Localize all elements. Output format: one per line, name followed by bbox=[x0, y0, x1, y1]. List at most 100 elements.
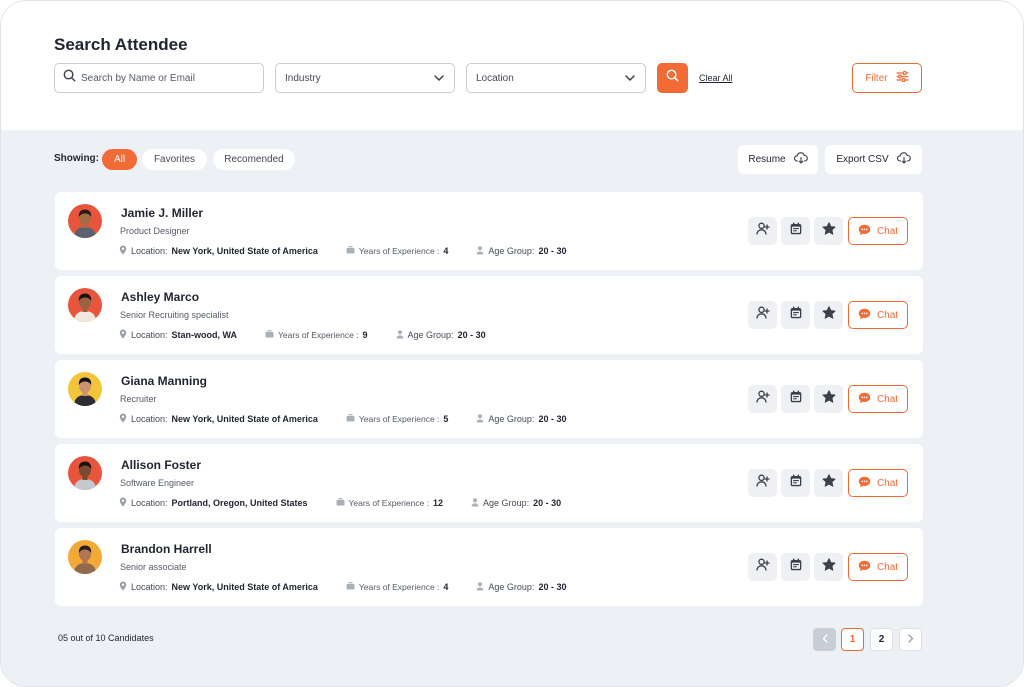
age-group-info: Age Group: 20 - 30 bbox=[476, 581, 566, 593]
clear-all-link[interactable]: Clear All bbox=[699, 73, 733, 83]
filter-label: Filter bbox=[865, 72, 888, 84]
briefcase-icon bbox=[346, 246, 355, 256]
location-select[interactable]: Location bbox=[466, 63, 646, 93]
industry-select[interactable]: Industry bbox=[275, 63, 455, 93]
filter-sliders-icon bbox=[896, 70, 909, 85]
chat-bubble-icon bbox=[858, 476, 871, 491]
chat-button[interactable]: Chat bbox=[848, 217, 908, 245]
search-box[interactable] bbox=[54, 63, 264, 93]
tab-favorites[interactable]: Favorites bbox=[142, 149, 207, 170]
experience-value: 9 bbox=[362, 330, 368, 340]
age-group-label: Age Group: bbox=[488, 582, 535, 592]
resume-label: Resume bbox=[748, 154, 786, 165]
filter-button[interactable]: Filter bbox=[852, 63, 922, 93]
pagination-prev-button[interactable] bbox=[813, 628, 836, 651]
favorite-button[interactable] bbox=[814, 217, 843, 245]
favorite-button[interactable] bbox=[814, 385, 843, 413]
chat-label: Chat bbox=[876, 309, 899, 321]
age-group-value: 20 - 30 bbox=[457, 330, 486, 340]
experience-info: Years of Experience :12 bbox=[336, 498, 444, 508]
chevron-down-icon bbox=[625, 73, 635, 84]
age-group-value: 20 - 30 bbox=[533, 498, 562, 508]
chat-bubble-icon bbox=[858, 392, 871, 407]
candidate-card[interactable]: Giana Manning Recruiter Location: New York,… bbox=[55, 360, 923, 438]
location-info: Location: New York, United State of Ameri… bbox=[119, 245, 318, 257]
favorite-button[interactable] bbox=[814, 301, 843, 329]
schedule-button[interactable] bbox=[781, 553, 810, 581]
pagination-next-button[interactable] bbox=[899, 628, 922, 651]
location-value: New York, United State of America bbox=[171, 582, 318, 592]
briefcase-icon bbox=[336, 498, 345, 508]
candidate-card[interactable]: Allison Foster Software Engineer Location:… bbox=[55, 444, 923, 522]
add-user-button[interactable] bbox=[748, 469, 777, 497]
location-value: New York, United State of America bbox=[171, 414, 318, 424]
location-info: Location: Portland, Oregon, United States bbox=[119, 497, 308, 509]
age-group-value: 20 - 30 bbox=[538, 414, 567, 424]
schedule-button[interactable] bbox=[781, 469, 810, 497]
search-icon bbox=[666, 69, 679, 87]
person-icon bbox=[476, 581, 484, 593]
candidate-card[interactable]: Ashley Marco Senior Recruiting specialist… bbox=[55, 276, 923, 354]
location-label: Location: bbox=[131, 498, 168, 508]
pagination-page-2[interactable]: 2 bbox=[870, 628, 893, 651]
search-button[interactable] bbox=[657, 63, 688, 93]
location-label: Location: bbox=[131, 414, 168, 424]
location-pin-icon bbox=[119, 329, 127, 341]
calendar-icon bbox=[790, 306, 802, 324]
avatar bbox=[68, 372, 102, 406]
avatar bbox=[68, 204, 102, 238]
search-input[interactable] bbox=[81, 72, 251, 84]
experience-info: Years of Experience :4 bbox=[346, 582, 448, 592]
person-icon bbox=[471, 497, 479, 509]
schedule-button[interactable] bbox=[781, 301, 810, 329]
tab-recommended[interactable]: Recomended bbox=[213, 149, 295, 170]
age-group-value: 20 - 30 bbox=[538, 246, 567, 256]
calendar-icon bbox=[790, 222, 802, 240]
candidate-name[interactable]: Giana Manning bbox=[121, 374, 207, 388]
add-user-button[interactable] bbox=[748, 385, 777, 413]
age-group-label: Age Group: bbox=[407, 330, 454, 340]
experience-label: Years of Experience : bbox=[358, 582, 440, 592]
favorite-button[interactable] bbox=[814, 553, 843, 581]
candidate-name[interactable]: Brandon Harrell bbox=[121, 542, 212, 556]
chat-button[interactable]: Chat bbox=[848, 469, 908, 497]
candidate-name[interactable]: Jamie J. Miller bbox=[121, 206, 203, 220]
chevron-right-icon bbox=[907, 633, 914, 646]
tab-all[interactable]: All bbox=[102, 149, 137, 170]
star-icon bbox=[821, 222, 836, 240]
chat-button[interactable]: Chat bbox=[848, 385, 908, 413]
candidate-name[interactable]: Ashley Marco bbox=[121, 290, 199, 304]
candidate-card[interactable]: Jamie J. Miller Product Designer Location:… bbox=[55, 192, 923, 270]
add-user-button[interactable] bbox=[748, 217, 777, 245]
location-label: Location: bbox=[131, 246, 168, 256]
chat-button[interactable]: Chat bbox=[848, 301, 908, 329]
add-user-button[interactable] bbox=[748, 553, 777, 581]
export-csv-button[interactable]: Export CSV bbox=[825, 145, 922, 174]
candidate-card[interactable]: Brandon Harrell Senior associate Location:… bbox=[55, 528, 923, 606]
chat-label: Chat bbox=[876, 561, 899, 573]
add-user-icon bbox=[755, 390, 770, 408]
pagination-page-1[interactable]: 1 bbox=[841, 628, 864, 651]
resume-download-button[interactable]: Resume bbox=[738, 145, 818, 174]
add-user-button[interactable] bbox=[748, 301, 777, 329]
add-user-icon bbox=[755, 306, 770, 324]
schedule-button[interactable] bbox=[781, 385, 810, 413]
location-label: Location: bbox=[131, 582, 168, 592]
experience-value: 12 bbox=[433, 498, 444, 508]
person-icon bbox=[476, 245, 484, 257]
chat-bubble-icon bbox=[858, 308, 871, 323]
chat-button[interactable]: Chat bbox=[848, 553, 908, 581]
star-icon bbox=[821, 390, 836, 408]
age-group-info: Age Group: 20 - 30 bbox=[476, 413, 567, 425]
person-icon bbox=[476, 413, 484, 425]
schedule-button[interactable] bbox=[781, 217, 810, 245]
experience-value: 5 bbox=[443, 414, 449, 424]
avatar bbox=[68, 456, 102, 490]
candidate-meta: Location: New York, United State of Ameri… bbox=[119, 413, 594, 425]
favorite-button[interactable] bbox=[814, 469, 843, 497]
add-user-icon bbox=[755, 558, 770, 576]
candidate-name[interactable]: Allison Foster bbox=[121, 458, 201, 472]
person-icon bbox=[396, 329, 404, 341]
page-title: Search Attendee bbox=[54, 35, 188, 54]
app-frame: Search Attendee Industry Location Clear bbox=[0, 0, 1024, 687]
